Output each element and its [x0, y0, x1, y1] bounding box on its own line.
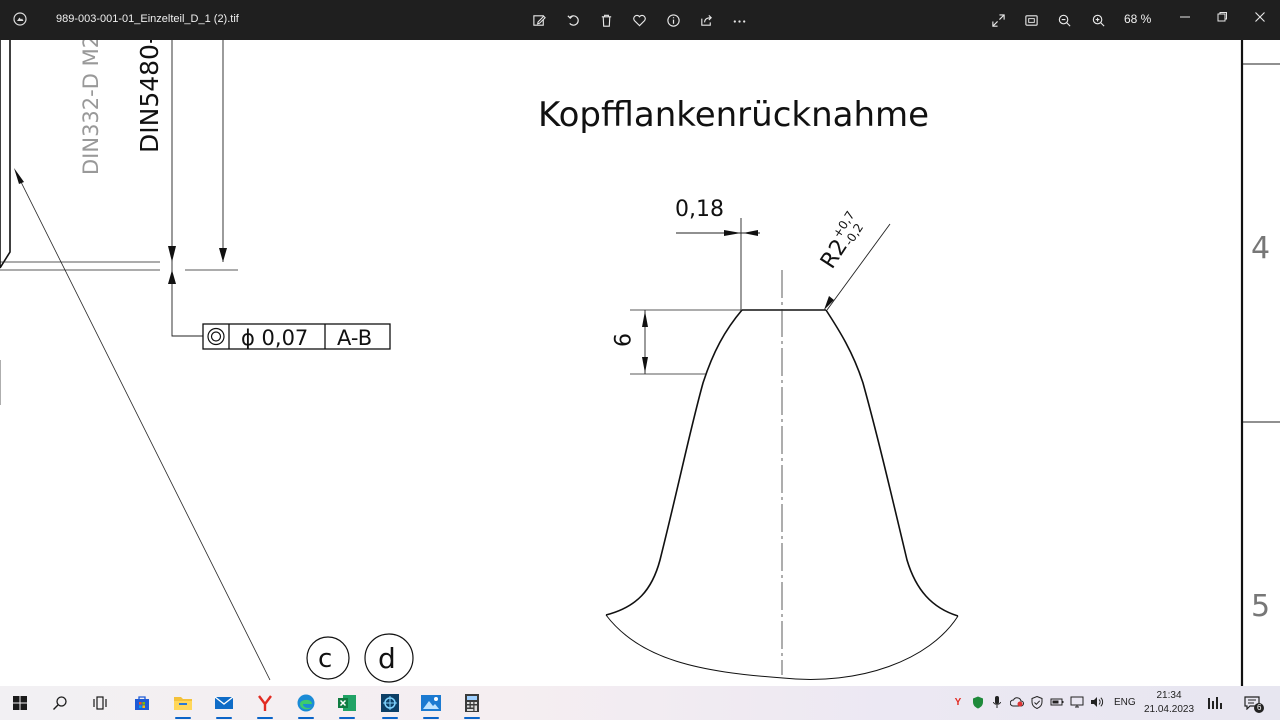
zone-number-5: 5: [1251, 589, 1270, 624]
clock-date: 21.04.2023: [1143, 704, 1195, 715]
image-canvas[interactable]: DIN332-D M2 DIN5480- ϕ 0,07 A-B Kopfflan…: [0, 40, 1280, 686]
edit-image-icon[interactable]: [528, 9, 550, 31]
zone-number-4: 4: [1251, 231, 1270, 266]
battery-icon[interactable]: [1050, 695, 1064, 709]
shield-icon[interactable]: [971, 695, 985, 709]
tolerance-frame: ϕ 0,07 A-B: [202, 323, 391, 350]
technical-drawing: DIN332-D M2 DIN5480- ϕ 0,07 A-B Kopfflan…: [0, 40, 1280, 686]
notifications-icon[interactable]: 6: [1242, 694, 1266, 714]
info-icon[interactable]: [662, 9, 684, 31]
excel-icon[interactable]: [327, 686, 367, 720]
store-icon[interactable]: [122, 686, 162, 720]
drawing-title: Kopfflankenrücknahme: [538, 95, 929, 135]
fit-window-icon[interactable]: [1020, 9, 1042, 31]
clock-time: 21:34: [1156, 690, 1182, 701]
microphone-icon[interactable]: [990, 695, 1004, 709]
favorite-icon[interactable]: [628, 9, 650, 31]
dim-width: 0,18: [675, 197, 724, 222]
zoom-out-icon[interactable]: [1053, 9, 1075, 31]
share-icon[interactable]: [695, 9, 717, 31]
calculator-icon[interactable]: [452, 686, 492, 720]
more-icon[interactable]: [728, 9, 750, 31]
language-indicator[interactable]: ENG: [1114, 697, 1136, 708]
photos-app-icon: [13, 12, 27, 26]
task-view-icon[interactable]: [80, 686, 120, 720]
delete-icon[interactable]: [595, 9, 617, 31]
cloud-icon[interactable]: [1010, 695, 1024, 709]
volume-icon[interactable]: [1090, 695, 1104, 709]
window-title: 989-003-001-01_Einzelteil_D_1 (2).tif: [56, 13, 239, 25]
clock[interactable]: 21:34 21.04.2023: [1141, 689, 1197, 717]
search-icon[interactable]: [40, 686, 80, 720]
view-label-c: c: [318, 644, 332, 674]
notification-count: 6: [1254, 703, 1265, 713]
concentricity-icon: [207, 327, 225, 346]
yandex-tray-icon[interactable]: Y: [951, 695, 965, 709]
note-din332: DIN332-D M2: [79, 40, 103, 175]
network-icon[interactable]: [1070, 695, 1084, 709]
dim-height: 9: [608, 333, 633, 347]
tolerance-datum: A-B: [337, 326, 372, 350]
tolerance-value: ϕ 0,07: [241, 326, 308, 350]
widgets-icon[interactable]: [1206, 694, 1226, 712]
minimize-icon[interactable]: [1173, 6, 1197, 28]
photos-icon[interactable]: [411, 686, 451, 720]
fullscreen-icon[interactable]: [987, 9, 1009, 31]
zoom-in-icon[interactable]: [1087, 9, 1109, 31]
edge-icon[interactable]: [286, 686, 326, 720]
file-explorer-icon[interactable]: [163, 686, 203, 720]
cad-app-icon[interactable]: [370, 686, 410, 720]
close-icon[interactable]: [1248, 6, 1272, 28]
security-icon[interactable]: [1030, 695, 1044, 709]
zoom-level[interactable]: 68 %: [1124, 12, 1151, 26]
taskbar: Y: [0, 686, 1280, 720]
yandex-browser-icon[interactable]: [245, 686, 285, 720]
maximize-icon[interactable]: [1210, 6, 1234, 28]
rotate-icon[interactable]: [562, 9, 584, 31]
mail-icon[interactable]: [204, 686, 244, 720]
note-din5480: DIN5480-: [135, 40, 164, 153]
view-label-d: d: [378, 642, 396, 675]
title-bar: 989-003-001-01_Einzelteil_D_1 (2).tif 68…: [0, 0, 1280, 40]
start-icon[interactable]: [0, 686, 40, 720]
